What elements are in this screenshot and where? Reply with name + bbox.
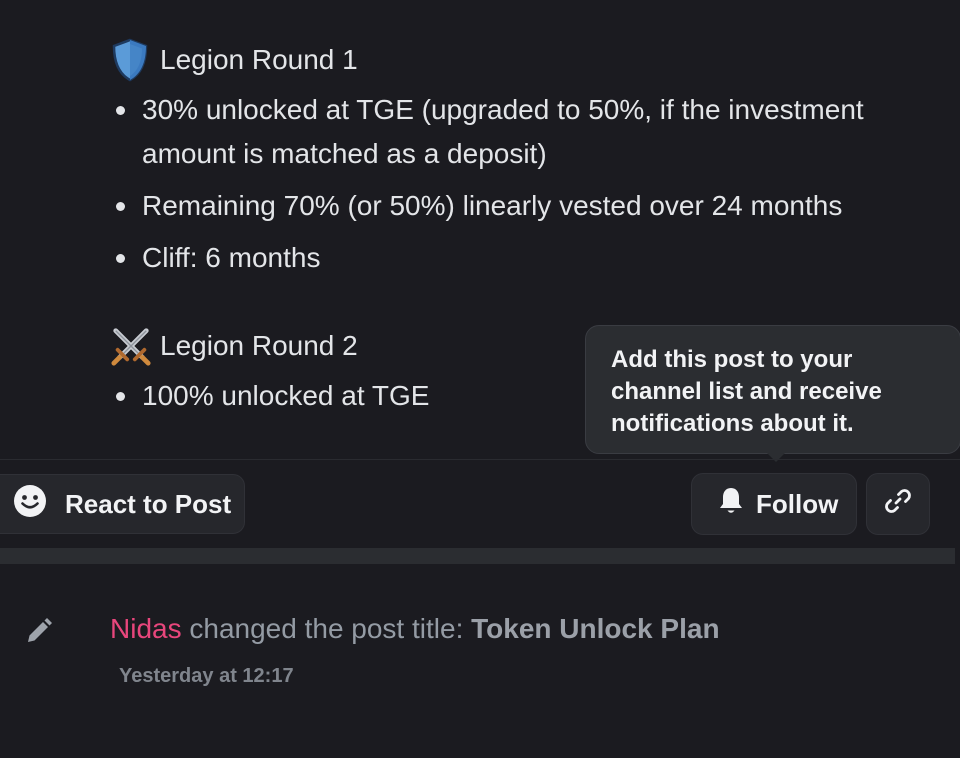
forum-post-view: Legion Round 1 30% unlocked at TGE (upgr…: [0, 0, 960, 758]
system-message: Nidas changed the post title: Token Unlo…: [110, 611, 720, 647]
username-link[interactable]: Nidas: [110, 613, 182, 644]
shield-icon: [110, 38, 152, 82]
message-timestamp: Yesterday at 12:17: [119, 665, 294, 687]
react-button-label: React to Post: [65, 488, 232, 519]
crossed-swords-icon: [110, 324, 152, 368]
follow-button[interactable]: Follow: [691, 473, 857, 535]
system-message-text: changed the post title:: [181, 613, 472, 644]
list-item: 30% unlocked at TGE (upgraded to 50%, if…: [110, 88, 942, 176]
pencil-icon: [24, 616, 54, 646]
round1-heading: Legion Round 1: [110, 38, 950, 82]
list-item: Cliff: 6 months: [110, 236, 942, 280]
divider: [0, 459, 960, 460]
section-separator: [0, 548, 955, 564]
new-post-title: Token Unlock Plan: [471, 613, 720, 644]
bell-icon: [718, 486, 744, 523]
follow-tooltip: Add this post to your channel list and r…: [585, 325, 960, 454]
tooltip-text: Add this post to your channel list and r…: [611, 346, 882, 437]
round1-bullet-list: 30% unlocked at TGE (upgraded to 50%, if…: [110, 88, 950, 280]
react-to-post-button[interactable]: React to Post: [0, 474, 245, 534]
list-item: Remaining 70% (or 50%) linearly vested o…: [110, 184, 942, 228]
copy-link-button[interactable]: [866, 473, 930, 535]
smiley-face-icon: [13, 484, 47, 525]
round2-title: Legion Round 2: [160, 330, 358, 361]
tooltip-arrow: [766, 452, 786, 462]
round1-title: Legion Round 1: [160, 44, 358, 75]
follow-button-label: Follow: [756, 488, 839, 519]
link-icon: [883, 486, 913, 523]
